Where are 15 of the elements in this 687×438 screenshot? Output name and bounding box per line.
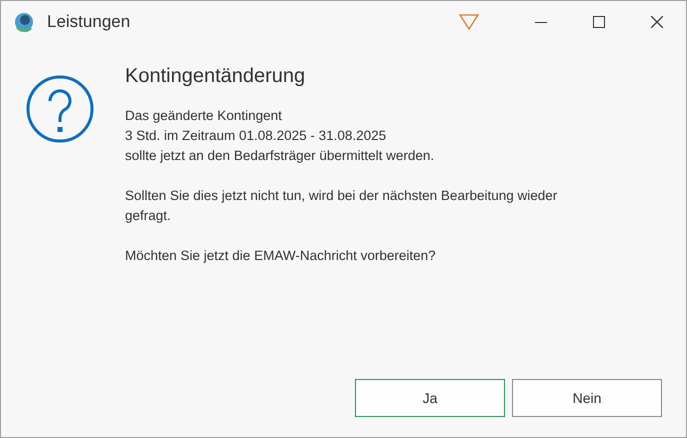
maximize-icon[interactable]	[593, 16, 605, 28]
message-text: gefragt.	[125, 207, 172, 225]
dialog-button[interactable]: Nein	[512, 379, 662, 417]
window-title: Leistungen	[47, 12, 132, 32]
triangle-icon[interactable]	[459, 14, 479, 30]
message-text: 3 Std. im Zeitraum 01.08.2025 - 31.08.2025	[125, 127, 388, 145]
app-logo-icon	[13, 11, 35, 33]
close-icon[interactable]	[651, 16, 663, 28]
dialog-button[interactable]: Ja	[355, 379, 505, 417]
question-icon	[26, 75, 94, 143]
dialog-heading: Kontingentänderung	[125, 65, 306, 88]
message-text: Möchten Sie jetzt die EMAW-Nachricht vorbereiten?	[125, 247, 437, 265]
message-text: Das geänderte Kontingent	[125, 107, 283, 125]
message-text: sollte jetzt an den Bedarfsträger übermittelt werden.	[125, 147, 436, 165]
message-text: Sollten Sie dies jetzt nicht tun, wird bei der nächsten Bearbeitung wieder	[125, 187, 558, 205]
